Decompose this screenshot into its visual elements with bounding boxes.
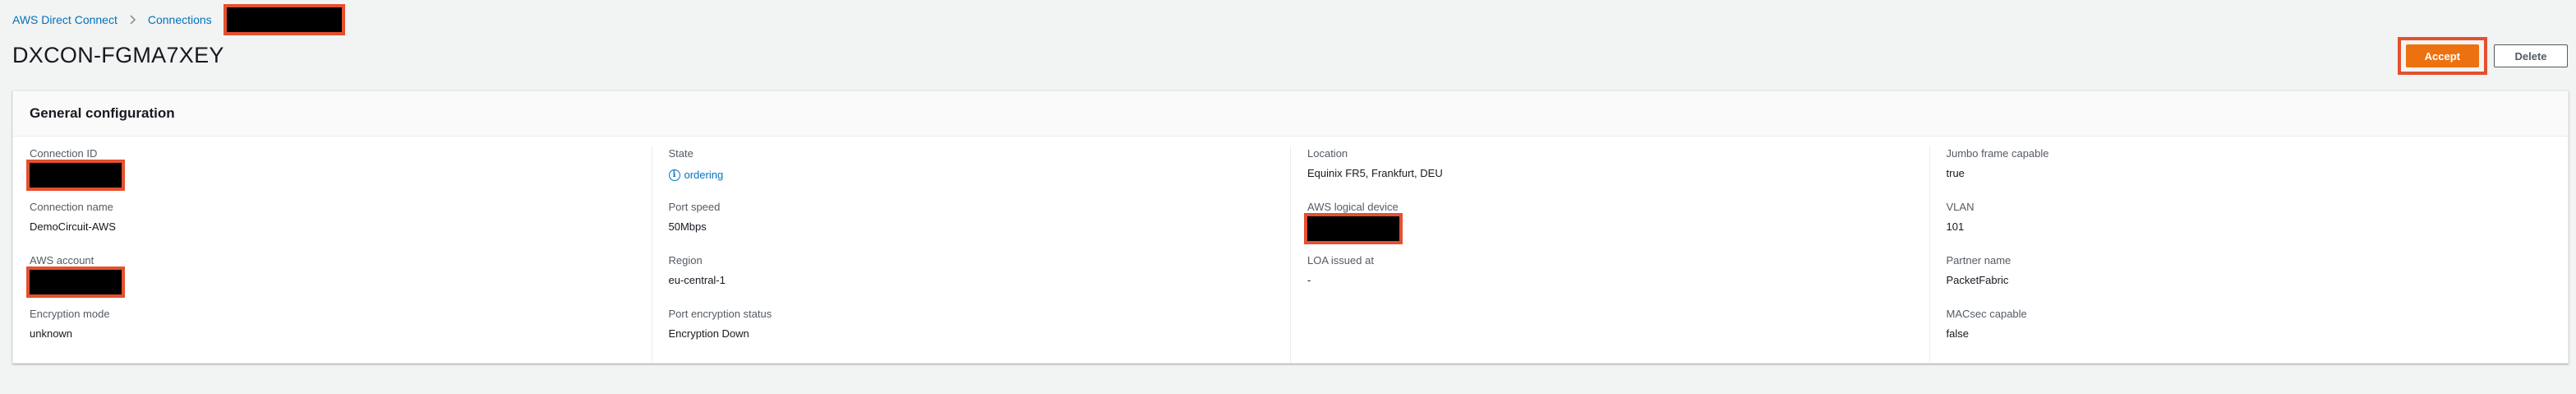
field-location: Location Equinix FR5, Frankfurt, DEU <box>1307 146 1913 200</box>
field-label: LOA issued at <box>1307 254 1374 267</box>
status-text: ordering <box>684 169 724 181</box>
field-connection-name: Connection name DemoCircuit-AWS <box>30 200 635 253</box>
field-value: 50Mbps <box>668 220 707 233</box>
field-value-redacted <box>26 160 635 192</box>
redacted-breadcrumb-current <box>223 4 345 35</box>
breadcrumb: AWS Direct Connect Connections <box>12 4 345 35</box>
field-port-speed: Port speed 50Mbps <box>669 200 1274 253</box>
chevron-right-icon <box>129 15 136 25</box>
redacted-value <box>26 160 125 191</box>
field-encryption-mode: Encryption mode unknown <box>30 307 635 360</box>
field-label: Connection ID <box>30 147 98 160</box>
config-column: State i ordering Port speed 50Mbps Region eu-c… <box>651 146 1291 364</box>
field-loa-issued-at: LOA issued at - <box>1307 253 1913 307</box>
field-value: unknown <box>30 327 73 340</box>
redacted-value <box>26 267 125 298</box>
field-label: Connection name <box>30 201 113 213</box>
panel-header: General configuration <box>13 91 2568 137</box>
breadcrumb-connections[interactable]: Connections <box>148 13 212 26</box>
field-value: true <box>1946 167 1965 179</box>
field-macsec-capable: MACsec capable false <box>1947 307 2552 360</box>
field-label: State <box>668 147 694 160</box>
field-region: Region eu-central-1 <box>669 253 1274 307</box>
panel-title: General configuration <box>30 105 175 121</box>
field-label: Partner name <box>1946 254 2011 267</box>
status-value: i ordering <box>668 166 1274 183</box>
field-value-redacted <box>26 267 635 299</box>
field-value-redacted <box>1304 213 1913 245</box>
config-column: Connection ID Connection name DemoCircuit-… <box>13 146 652 364</box>
field-port-encryption-status: Port encryption status Encryption Down <box>669 307 1274 360</box>
redacted-value <box>1304 213 1403 244</box>
field-aws-account: AWS account <box>26 253 635 307</box>
field-label: AWS account <box>30 254 94 267</box>
header-actions: Accept Delete <box>2397 36 2576 76</box>
field-value: Encryption Down <box>668 327 749 340</box>
field-value: false <box>1946 327 1969 340</box>
config-column: Jumbo frame capable true VLAN 101 Partner na… <box>1929 146 2569 364</box>
field-vlan: VLAN 101 <box>1947 200 2552 253</box>
config-columns: Connection ID Connection name DemoCircuit-… <box>13 137 2568 364</box>
breadcrumb-aws-direct-connect[interactable]: AWS Direct Connect <box>12 13 118 26</box>
field-value: 101 <box>1946 220 1965 233</box>
field-label: Location <box>1307 147 1348 160</box>
accept-button[interactable]: Accept <box>2405 44 2479 67</box>
general-configuration-panel: General configuration Connection ID Conne… <box>12 90 2569 364</box>
config-column: Location Equinix FR5, Frankfurt, DEU AWS l… <box>1290 146 1929 364</box>
field-label: Jumbo frame capable <box>1946 147 2049 160</box>
field-label: Port encryption status <box>668 308 772 320</box>
delete-button[interactable]: Delete <box>2494 44 2568 67</box>
field-value: eu-central-1 <box>668 274 726 286</box>
field-value: Equinix FR5, Frankfurt, DEU <box>1307 167 1443 179</box>
field-jumbo-frame-capable: Jumbo frame capable true <box>1947 146 2552 200</box>
field-label: Port speed <box>668 201 721 213</box>
field-value: PacketFabric <box>1946 274 2009 286</box>
accept-highlight: Accept <box>2397 37 2487 75</box>
field-value: DemoCircuit-AWS <box>30 220 116 233</box>
info-icon: i <box>668 169 680 181</box>
field-label: Region <box>668 254 703 267</box>
field-connection-id: Connection ID <box>26 146 635 200</box>
field-label: MACsec capable <box>1946 308 2027 320</box>
field-label: AWS logical device <box>1307 201 1399 213</box>
field-label: Encryption mode <box>30 308 110 320</box>
page-title: DXCON-FGMA7XEY <box>12 43 224 67</box>
field-label: VLAN <box>1946 201 1975 213</box>
field-aws-logical-device: AWS logical device <box>1304 200 1913 253</box>
field-state: State i ordering <box>668 146 1274 200</box>
status-indicator: i ordering <box>668 168 724 183</box>
field-partner-name: Partner name PacketFabric <box>1947 253 2552 307</box>
field-value: - <box>1307 274 1311 286</box>
